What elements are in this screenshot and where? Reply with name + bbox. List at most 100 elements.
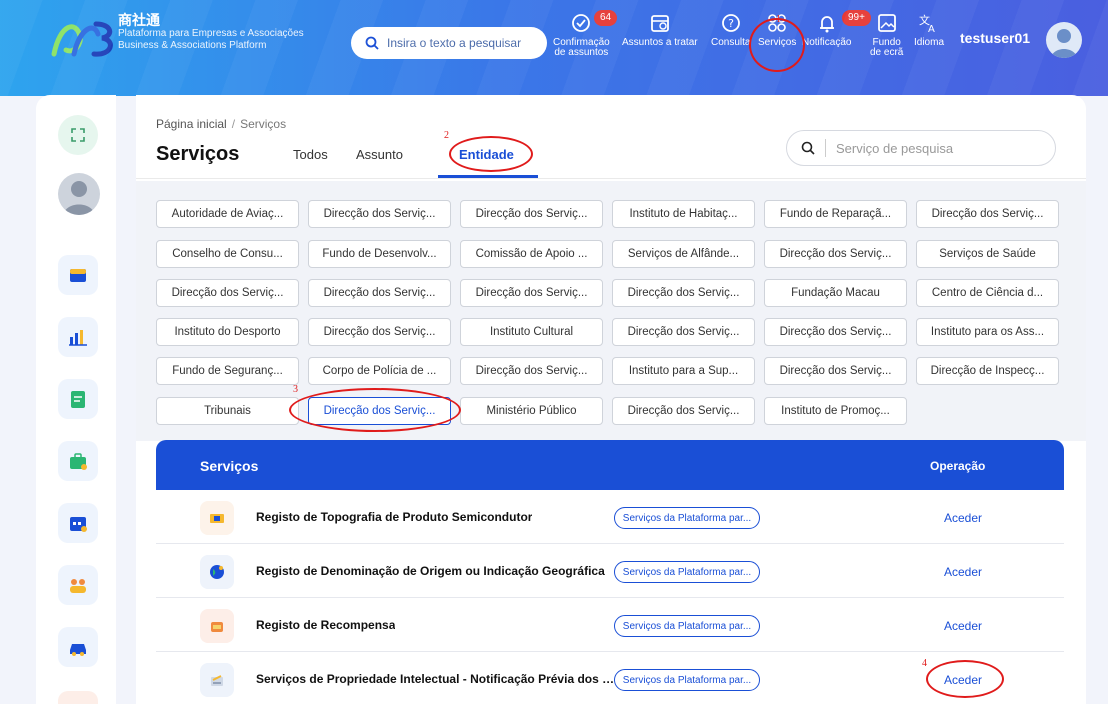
nav-assuntos-a-tratar[interactable]: Assuntos a tratar xyxy=(622,12,698,48)
brand-english-name: Business & Associations Platform xyxy=(118,40,267,51)
service-title[interactable]: Registo de Topografia de Produto Semicon… xyxy=(256,510,532,524)
reward-box-icon xyxy=(200,609,234,643)
calendar-icon xyxy=(70,517,87,532)
nav-label-line2: de ecrã xyxy=(870,47,904,58)
entity-grid: Autoridade de Aviaç... Direcção dos Serv… xyxy=(136,181,1086,441)
table-row: Registo de Denominação de Origem ou Indi… xyxy=(156,544,1064,598)
service-title[interactable]: Registo de Denominação de Origem ou Indi… xyxy=(256,564,605,578)
entity-button[interactable]: Instituto de Habitaç... xyxy=(612,200,755,228)
aceder-link[interactable]: Aceder xyxy=(944,619,982,633)
services-table: Serviços Operação Registo de Topografia … xyxy=(156,440,1064,704)
entity-button[interactable]: Direcção dos Serviç... xyxy=(764,357,907,385)
tab-todos[interactable]: Todos xyxy=(293,147,328,162)
entity-button[interactable]: Direcção dos Serviç... xyxy=(916,200,1059,228)
entity-button[interactable]: Autoridade de Aviaç... xyxy=(156,200,299,228)
entity-button[interactable]: Corpo de Polícia de ... xyxy=(308,357,451,385)
left-sidebar xyxy=(36,95,116,704)
aceder-link[interactable]: Aceder xyxy=(944,673,982,687)
entity-button[interactable]: Serviços de Alfânde... xyxy=(612,240,755,268)
entity-button[interactable]: Fundo de Reparaçã... xyxy=(764,200,907,228)
sidebar-item-1[interactable] xyxy=(58,255,98,295)
nav-label: Notificação xyxy=(802,37,852,48)
entity-button[interactable]: Direcção dos Serviç... xyxy=(460,200,603,228)
sidebar-item-5[interactable] xyxy=(58,503,98,543)
aceder-link[interactable]: Aceder xyxy=(944,511,982,525)
sidebar-item-7[interactable] xyxy=(58,627,98,667)
globe-icon xyxy=(200,555,234,589)
service-title[interactable]: Registo de Recompensa xyxy=(256,618,395,632)
entity-button[interactable]: Direcção dos Serviç... xyxy=(612,397,755,425)
entity-button[interactable]: Direcção dos Serviç... xyxy=(460,357,603,385)
car-icon xyxy=(70,644,86,656)
sidebar-avatar[interactable] xyxy=(58,173,100,215)
nav-consulta[interactable]: ? Consulta xyxy=(711,12,750,48)
search-icon xyxy=(365,36,379,50)
sidebar-item-4[interactable] xyxy=(58,441,98,481)
nav-label: Serviços xyxy=(758,37,797,48)
entity-button[interactable]: Tribunais xyxy=(156,397,299,425)
table-row: Serviços de Propriedade Intelectual - No… xyxy=(156,652,1064,704)
entity-button[interactable]: Direcção dos Serviç... xyxy=(764,240,907,268)
annotation-number: 4 xyxy=(922,658,927,669)
service-search-input[interactable]: Serviço de pesquisa xyxy=(786,130,1056,166)
entity-button[interactable]: Instituto de Promoç... xyxy=(764,397,907,425)
search-icon xyxy=(801,141,815,155)
breadcrumb-home[interactable]: Página inicial xyxy=(156,117,227,131)
entity-button[interactable]: Direcção dos Serviç... xyxy=(308,279,451,307)
entity-button[interactable]: Direcção dos Serviç... xyxy=(612,279,755,307)
bar-chart-icon xyxy=(69,330,87,346)
user-name[interactable]: testuser01 xyxy=(960,30,1030,46)
global-search-input[interactable]: Insira o texto a pesquisar xyxy=(351,27,547,59)
sidebar-item-3[interactable] xyxy=(58,379,98,419)
entity-button-selected[interactable]: Direcção dos Serviç... xyxy=(308,397,451,425)
entity-button[interactable]: Direcção dos Serviç... xyxy=(156,279,299,307)
tab-assunto[interactable]: Assunto xyxy=(356,147,403,162)
entity-button[interactable]: Fundo de Desenvolv... xyxy=(308,240,451,268)
user-avatar[interactable] xyxy=(1046,22,1082,58)
entity-button[interactable]: Direcção dos Serviç... xyxy=(308,200,451,228)
notification-count-badge: 99+ xyxy=(842,10,871,26)
breadcrumb-current: Serviços xyxy=(240,117,287,131)
main-panel: Página inicial / Serviços Serviços Todos A… xyxy=(136,95,1086,704)
bell-icon xyxy=(819,16,834,33)
entity-button[interactable]: Instituto do Desporto xyxy=(156,318,299,346)
platform-logo[interactable] xyxy=(50,14,118,60)
expand-toggle-button[interactable] xyxy=(58,115,98,155)
entity-button[interactable]: Instituto para os Ass... xyxy=(916,318,1059,346)
entity-button[interactable]: Fundo de Seguranç... xyxy=(156,357,299,385)
sidebar-item-8[interactable] xyxy=(58,691,98,704)
entity-button[interactable]: Direcção dos Serviç... xyxy=(308,318,451,346)
entity-button[interactable]: Comissão de Apoio ... xyxy=(460,240,603,268)
entity-button[interactable]: Conselho de Consu... xyxy=(156,240,299,268)
nav-idioma[interactable]: 文A Idioma xyxy=(914,12,944,48)
entity-button[interactable]: Direcção dos Serviç... xyxy=(460,279,603,307)
aceder-link[interactable]: Aceder xyxy=(944,565,982,579)
tab-entidade[interactable]: Entidade xyxy=(459,147,514,162)
entity-button[interactable]: Instituto Cultural xyxy=(460,318,603,346)
entity-button[interactable]: Direcção dos Serviç... xyxy=(764,318,907,346)
search-divider xyxy=(825,139,826,157)
user-icon xyxy=(1051,29,1077,58)
confirm-count-badge: 64 xyxy=(594,10,618,26)
entity-button[interactable]: Fundação Macau xyxy=(764,279,907,307)
brand-text: 商社通 Plataforma para Empresas e Associaçõ… xyxy=(118,12,304,52)
table-row: Registo de Topografia de Produto Semicon… xyxy=(156,490,1064,544)
entity-button[interactable]: Instituto para a Sup... xyxy=(612,357,755,385)
service-title[interactable]: Serviços de Propriedade Intelectual - No… xyxy=(256,672,616,686)
document-icon xyxy=(71,391,85,408)
entity-button[interactable]: Centro de Ciência d... xyxy=(916,279,1059,307)
svg-text:A: A xyxy=(928,24,935,34)
question-icon: ? xyxy=(721,14,740,32)
nav-fundo-de-ecra[interactable]: Fundo de ecrã xyxy=(870,12,903,58)
sidebar-item-6[interactable] xyxy=(58,565,98,605)
entity-button[interactable]: Direcção de Inspecç... xyxy=(916,357,1059,385)
entity-button[interactable]: Serviços de Saúde xyxy=(916,240,1059,268)
entity-button[interactable]: Ministério Público xyxy=(460,397,603,425)
table-row: Registo de Recompensa Serviços da Plataf… xyxy=(156,598,1064,652)
tabs-divider xyxy=(136,178,1086,179)
service-category-tag: Serviços da Plataforma par... xyxy=(614,561,760,583)
entity-button[interactable]: Direcção dos Serviç... xyxy=(612,318,755,346)
brand-chinese-name: 商社通 xyxy=(118,12,160,28)
sidebar-item-2[interactable] xyxy=(58,317,98,357)
breadcrumb-separator: / xyxy=(231,117,236,131)
